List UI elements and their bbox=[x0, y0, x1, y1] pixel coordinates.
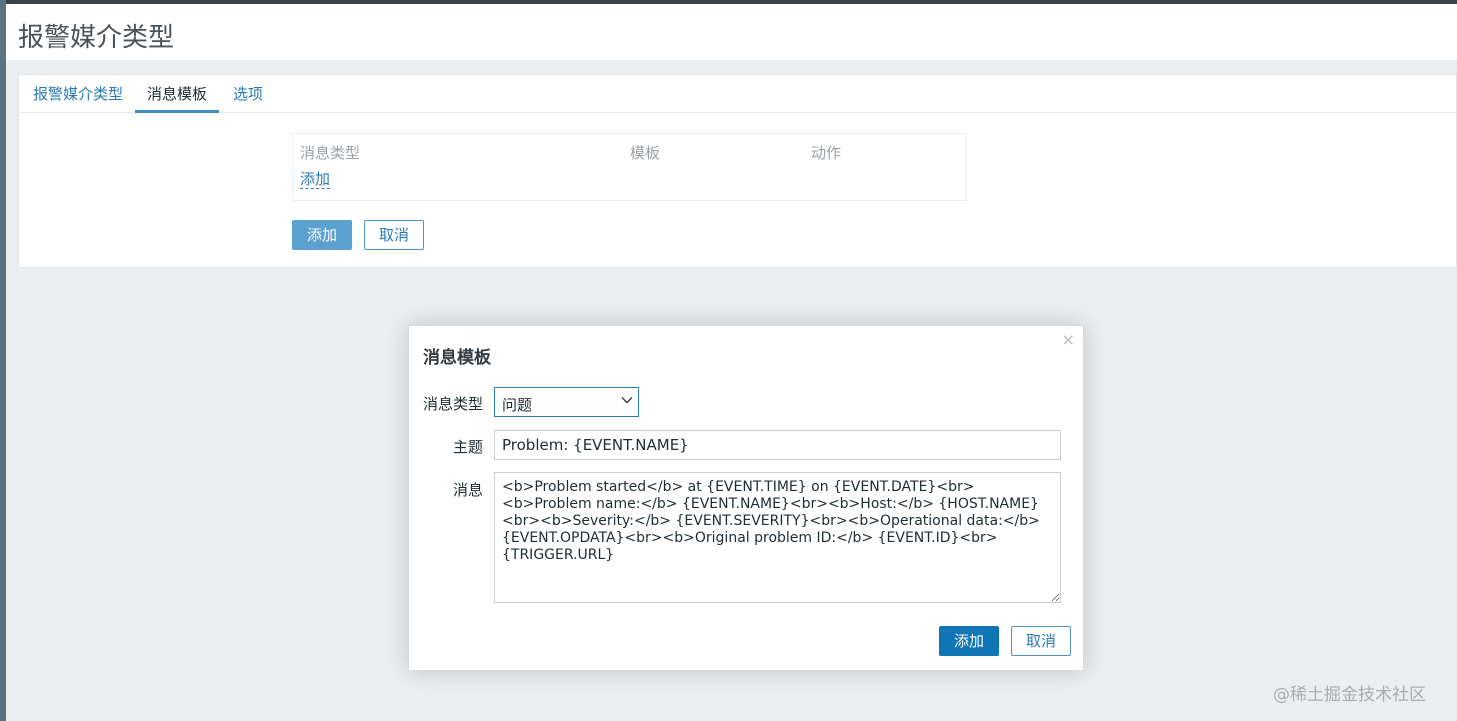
message-label: 消息 bbox=[452, 481, 483, 499]
dialog-add-button[interactable]: 添加 bbox=[939, 626, 999, 656]
message-template-dialog: 消息模板 × 消息类型 问题 主题 消息 <b>Problem started<… bbox=[408, 325, 1084, 671]
tab-message-templates[interactable]: 消息模板 bbox=[135, 75, 220, 113]
form-panel: 报警媒介类型 消息模板 选项 消息类型 模板 动作 添加 添加 取消 bbox=[18, 74, 1457, 268]
chevron-down-icon bbox=[621, 397, 633, 404]
add-button[interactable]: 添加 bbox=[292, 220, 352, 250]
dialog-cancel-button[interactable]: 取消 bbox=[1011, 626, 1071, 656]
add-template-link[interactable]: 添加 bbox=[300, 170, 331, 189]
subject-label: 主题 bbox=[452, 438, 483, 456]
message-type-value: 问题 bbox=[502, 396, 533, 414]
message-templates-table: 消息类型 模板 动作 添加 bbox=[292, 133, 967, 201]
subject-input[interactable] bbox=[494, 430, 1061, 460]
watermark: @稀土掘金技术社区 bbox=[1273, 685, 1426, 705]
close-icon[interactable]: × bbox=[1062, 330, 1075, 349]
page-header: 报警媒介类型 bbox=[6, 4, 1457, 60]
message-type-label: 消息类型 bbox=[422, 395, 483, 413]
tab-media-type[interactable]: 报警媒介类型 bbox=[21, 75, 135, 113]
left-edge-bar bbox=[0, 0, 6, 721]
tab-options[interactable]: 选项 bbox=[221, 75, 275, 113]
column-header-message-type: 消息类型 bbox=[300, 144, 361, 162]
page-title: 报警媒介类型 bbox=[18, 23, 175, 53]
column-header-template: 模板 bbox=[630, 144, 661, 162]
dialog-title: 消息模板 bbox=[423, 348, 491, 368]
tab-bar: 报警媒介类型 消息模板 选项 bbox=[19, 75, 1456, 113]
message-type-select[interactable]: 问题 bbox=[494, 387, 639, 417]
column-header-action: 动作 bbox=[811, 144, 842, 162]
message-textarea[interactable]: <b>Problem started</b> at {EVENT.TIME} o… bbox=[494, 472, 1061, 603]
cancel-button[interactable]: 取消 bbox=[364, 220, 424, 250]
